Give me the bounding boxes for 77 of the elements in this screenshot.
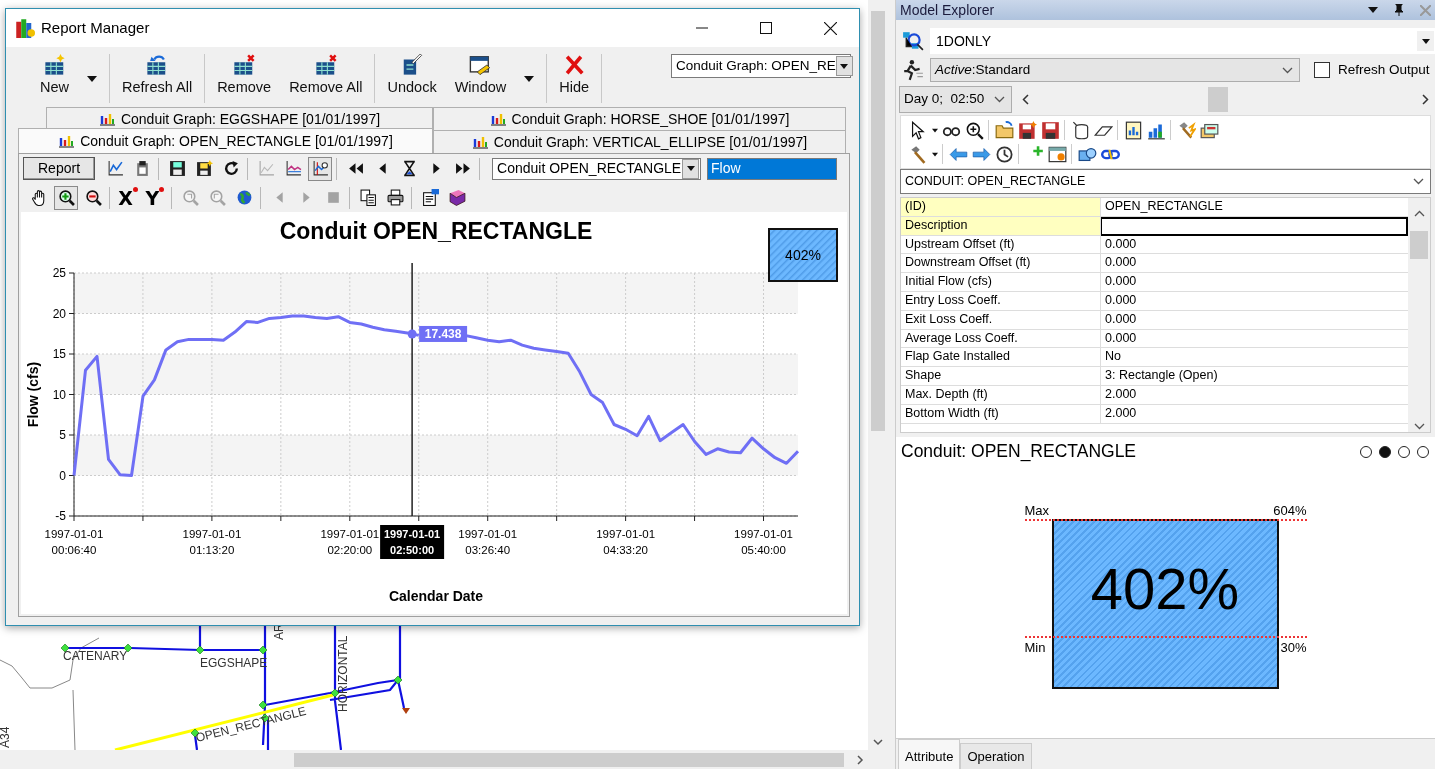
variable-field[interactable]: Flow	[707, 157, 838, 180]
gauge-value: 402%	[785, 247, 821, 263]
max-label: Max	[1024, 504, 1050, 517]
tab[interactable]: Conduit Graph: OPEN_RECTANGLE [01/01/1997]	[18, 128, 433, 153]
gauge-title: Conduit: OPEN_RECTANGLE	[901, 441, 1137, 462]
object-select[interactable]: Conduit OPEN_RECTANGLE	[492, 157, 702, 180]
property-name[interactable]: Bottom Width (ft)	[901, 404, 1101, 424]
property-value[interactable]: 0.000	[1101, 273, 1408, 292]
window-title: Report Manager	[41, 19, 150, 37]
time-select[interactable]: Day 0; 02:50	[899, 86, 1012, 113]
property-name[interactable]: Exit Loss Coeff.	[901, 310, 1101, 330]
tab[interactable]: Conduit Graph: EGGSHAPE [01/01/1997]	[46, 107, 433, 130]
toolbar-button[interactable]: New	[34, 54, 75, 103]
annotation: 17.438	[424, 326, 462, 341]
property-value[interactable]: No	[1101, 348, 1408, 368]
property-value[interactable]: 2.000	[1101, 404, 1408, 424]
value-label: 17.438	[419, 325, 468, 342]
tick-label: 10	[52, 387, 66, 402]
map-label: A34	[0, 726, 12, 748]
property-name[interactable]: Initial Flow (cfs)	[901, 273, 1101, 292]
min-value: 30%	[1280, 641, 1307, 654]
tab[interactable]: Conduit Graph: HORSE_SHOE [01/01/1997]	[433, 107, 846, 130]
gauge-value: 402%	[1090, 555, 1240, 624]
chart-title: Conduit OPEN_RECTANGLE	[279, 218, 593, 244]
property-value[interactable]: 0.000	[1101, 329, 1408, 349]
toolbar-button[interactable]: Remove All	[283, 54, 369, 103]
tick-label: 1997-01-01 03:26:40	[458, 528, 518, 556]
tick-label: 1997-01-01 04:33:20	[596, 528, 656, 556]
tab[interactable]: Attribute	[898, 739, 961, 769]
refresh-output-checkbox[interactable]: Refresh Output	[1314, 61, 1430, 79]
property-name[interactable]: Downstream Offset (ft)	[901, 254, 1101, 274]
toolbar-button[interactable]: Remove	[211, 54, 278, 103]
property-name[interactable]: Shape	[901, 367, 1101, 386]
axis-button[interactable]: Y	[143, 185, 167, 210]
report-button[interactable]: Report	[23, 157, 96, 180]
property-name[interactable]: Max. Depth (ft)	[901, 385, 1101, 405]
property-value[interactable]: 0.000	[1101, 292, 1408, 311]
property-name[interactable]: Flap Gate Installed	[901, 348, 1101, 368]
axis-button[interactable]: X	[116, 185, 140, 210]
tick-label: 1997-01-01 02:20:00	[320, 528, 380, 556]
scenario-select[interactable]: Active:Standard	[930, 58, 1300, 82]
toolbar-button[interactable]: Hide	[553, 54, 596, 103]
panel-title: Model Explorer	[900, 1, 995, 19]
toolbar-button[interactable]: Undock	[381, 54, 443, 103]
max-value: 604%	[1273, 504, 1307, 517]
tick-label: 20	[52, 306, 66, 321]
property-name[interactable]: Upstream Offset (ft)	[901, 235, 1101, 255]
property-name[interactable]: Entry Loss Coeff.	[901, 292, 1101, 311]
toolbar-button[interactable]: Refresh All	[116, 54, 199, 103]
axis-title: Flow (cfs)	[25, 361, 41, 428]
tab[interactable]: Conduit Graph: VERTICAL_ELLIPSE [01/01/1997]	[433, 130, 846, 153]
property-value[interactable]: 0.000	[1101, 310, 1408, 330]
tab[interactable]: Operation	[960, 743, 1032, 769]
property-name[interactable]: (ID)	[901, 198, 1101, 217]
object-select[interactable]: CONDUIT: OPEN_RECTANGLE	[900, 169, 1431, 194]
tick-label: 1997-01-01 01:13:20	[182, 528, 242, 556]
tick-label: 1997-01-01 05:40:00	[734, 528, 793, 556]
property-value[interactable]: OPEN_RECTANGLE	[1101, 198, 1408, 217]
cursor-time-label: 1997-01-01 02:50:00	[380, 525, 445, 559]
tick-label: -5	[55, 509, 66, 523]
property-value[interactable]: 2.000	[1101, 385, 1408, 405]
map-label: CATENARY	[63, 649, 128, 663]
tick-label: 5	[59, 428, 66, 442]
tick-label: 0	[59, 468, 66, 483]
min-label: Min	[1024, 641, 1046, 654]
model-select[interactable]: 1DONLY	[930, 28, 1435, 54]
tick-label: 25	[52, 266, 66, 280]
map-label: HORIZONTAL	[336, 635, 350, 712]
toolbar-button[interactable]: Window	[448, 54, 513, 103]
property-name[interactable]: Average Loss Coeff.	[901, 329, 1101, 349]
tick-label: 15	[52, 347, 66, 361]
axis-title: Calendar Date	[388, 588, 484, 604]
property-value[interactable]: 0.000	[1101, 254, 1408, 274]
property-value[interactable]: 3: Rectangle (Open)	[1101, 367, 1408, 386]
graph-select[interactable]: Conduit Graph: OPEN_RE	[671, 54, 851, 78]
tick-label: 1997-01-01 00:06:40	[44, 528, 104, 556]
property-value[interactable]: 0.000	[1101, 235, 1408, 255]
